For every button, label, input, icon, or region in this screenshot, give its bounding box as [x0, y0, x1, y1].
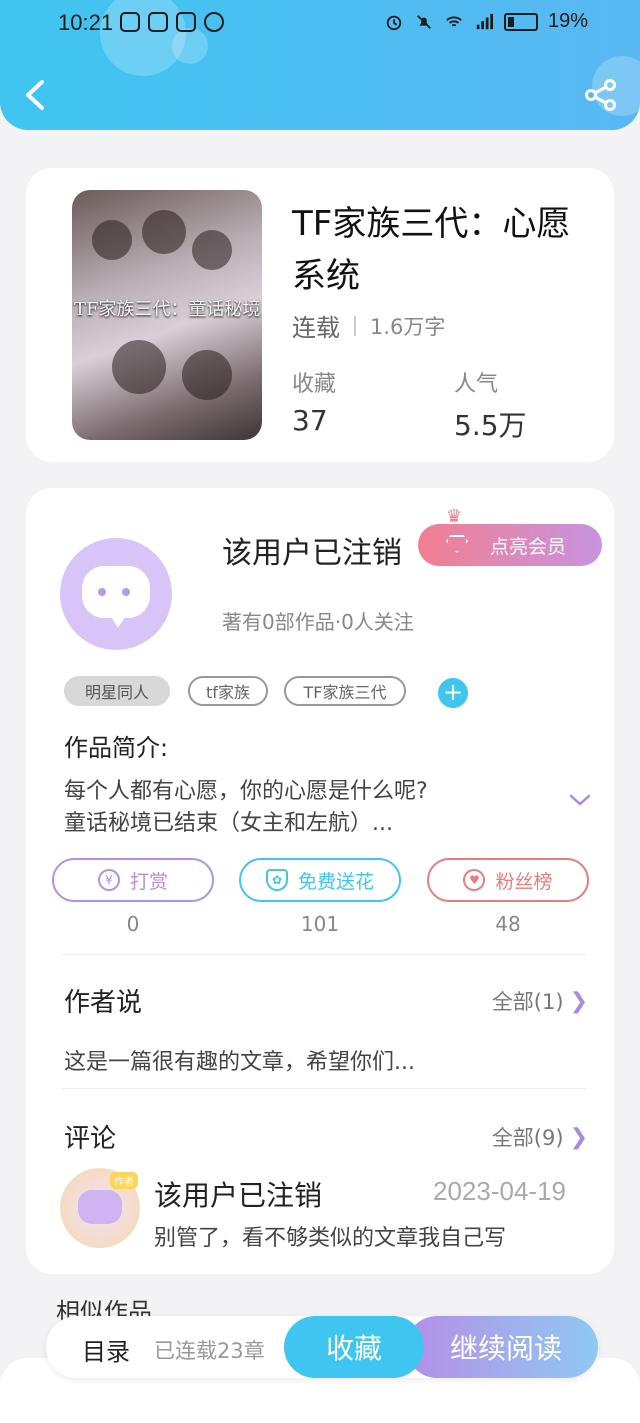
- author-says-text[interactable]: 这是一篇很有趣的文章，希望你们...: [64, 1044, 415, 1076]
- author-says-more-label: 全部(1): [491, 990, 564, 1014]
- tip-button[interactable]: ¥ 打赏: [52, 858, 214, 902]
- cover-figure: [112, 340, 166, 394]
- commenter-name: 该用户已注销: [154, 1179, 323, 1212]
- book-title: TF家族三代：心愿系统: [292, 204, 571, 296]
- send-flower-label: 免费送花: [297, 870, 374, 893]
- yen-icon: ¥: [97, 869, 120, 891]
- battery-percent: 19%: [547, 10, 588, 32]
- continue-reading-button[interactable]: 继续阅读: [406, 1316, 598, 1378]
- send-flower-button[interactable]: ✿ 免费送花: [239, 858, 401, 902]
- battery-icon: [503, 12, 538, 31]
- signal-icon: [476, 13, 493, 29]
- comments-more-label: 全部(9): [491, 1126, 564, 1150]
- intro-line: 每个人都有心愿，你的心愿是什么呢?: [64, 779, 428, 804]
- app-notification-icon: [120, 12, 140, 32]
- fan-rank-button[interactable]: ♥ 粉丝榜: [427, 858, 589, 902]
- alarm-icon: [386, 15, 402, 30]
- comment-date: 2023-04-19: [433, 1176, 566, 1206]
- add-tag-button[interactable]: +: [438, 678, 468, 708]
- popularity-value: 5.5万: [454, 409, 527, 442]
- book-info-card: TF家族三代：童话秘境 TF家族三代：心愿系统 连载 1.6万字 收藏 37 人…: [26, 168, 614, 462]
- chat-bubble-icon: [82, 566, 150, 628]
- detail-card: ♛ 该用户已注销 点亮会员 著有0部作品·0人关注 明星同人 tf家族 TF家族…: [26, 488, 614, 1274]
- vip-button-label: 点亮会员: [490, 535, 567, 558]
- book-status: 连载: [292, 314, 340, 342]
- favorites-label: 收藏: [292, 372, 337, 397]
- intro-line: 童话秘境已结束（女主和左航）...: [64, 811, 393, 836]
- avatar-eye: [122, 588, 130, 596]
- favorites-value: 37: [292, 404, 328, 437]
- share-button[interactable]: [584, 78, 618, 112]
- vip-button[interactable]: 点亮会员: [418, 524, 602, 566]
- toc-button[interactable]: 目录: [82, 1332, 130, 1367]
- author-name[interactable]: 该用户已注销: [222, 528, 402, 572]
- fan-count: 48: [495, 912, 521, 936]
- chevron-right-icon: ❯: [569, 1124, 588, 1150]
- wifi-icon: [446, 16, 462, 26]
- intro-label: 作品简介:: [64, 734, 169, 762]
- chapter-count: 已连载23章: [154, 1339, 265, 1363]
- avatar-eye: [98, 588, 106, 596]
- top-header: 10:21 19%: [0, 0, 640, 130]
- eye-notification-icon: [204, 12, 224, 32]
- fan-rank-label: 粉丝榜: [495, 870, 553, 893]
- intro-text[interactable]: 每个人都有心愿，你的心愿是什么呢? 童话秘境已结束（女主和左航）...: [64, 776, 554, 840]
- flower-count: 101: [300, 912, 340, 936]
- tag-chip[interactable]: TF家族三代: [284, 676, 406, 706]
- chat-bubble-icon: [78, 1190, 122, 1224]
- hand-notification-icon: [148, 12, 168, 32]
- cover-figure: [182, 350, 232, 400]
- notification-icons: [120, 12, 224, 32]
- author-says-title: 作者说: [64, 988, 143, 1018]
- author-says-more[interactable]: 全部(1) ❯: [492, 986, 588, 1016]
- cover-figure: [192, 230, 232, 270]
- section-divider: [62, 1088, 586, 1089]
- book-cover[interactable]: TF家族三代：童话秘境: [72, 190, 262, 440]
- commenter-avatar[interactable]: 作者: [60, 1168, 140, 1248]
- cover-title-text: TF家族三代：童话秘境: [74, 299, 261, 320]
- user-heart-icon: ♥: [463, 869, 486, 891]
- author-stats: 著有0部作品·0人关注: [222, 610, 414, 634]
- section-divider: [62, 954, 586, 955]
- back-button[interactable]: [20, 78, 52, 112]
- cover-figure: [92, 220, 132, 260]
- popularity-label: 人气: [454, 372, 499, 397]
- tag-chip[interactable]: 明星同人: [64, 676, 170, 706]
- favorite-button[interactable]: 收藏: [284, 1316, 424, 1378]
- mute-icon: [417, 14, 431, 29]
- tip-label: 打赏: [129, 870, 168, 893]
- tag-chip[interactable]: tf家族: [188, 676, 268, 706]
- flower-icon: ✿: [265, 869, 288, 891]
- system-status: 19%: [384, 10, 588, 33]
- cover-figure: [142, 210, 186, 254]
- tip-count: 0: [126, 912, 140, 936]
- diamond-icon: [446, 535, 468, 553]
- comments-title: 评论: [64, 1124, 117, 1154]
- word-count: 1.6万字: [370, 314, 446, 339]
- chevron-down-icon[interactable]: [568, 788, 592, 812]
- bottom-action-bar: 目录 已连载23章 继续阅读 收藏: [46, 1316, 598, 1378]
- comments-more[interactable]: 全部(9) ❯: [492, 1122, 588, 1152]
- chevron-right-icon: ❯: [569, 988, 588, 1014]
- app-notification-icon: [176, 12, 196, 32]
- status-time: 10:21: [58, 10, 114, 35]
- comment-text[interactable]: 别管了，看不够类似的文章我自己写: [154, 1220, 506, 1252]
- status-bar: 10:21 19%: [0, 0, 640, 48]
- author-avatar[interactable]: [60, 538, 172, 650]
- meta-divider: [354, 315, 356, 336]
- favorite-button-label: 收藏: [325, 1332, 382, 1365]
- book-meta: 连载 1.6万字: [292, 308, 445, 343]
- author-badge: 作者: [110, 1172, 138, 1189]
- continue-reading-label: 继续阅读: [449, 1332, 562, 1365]
